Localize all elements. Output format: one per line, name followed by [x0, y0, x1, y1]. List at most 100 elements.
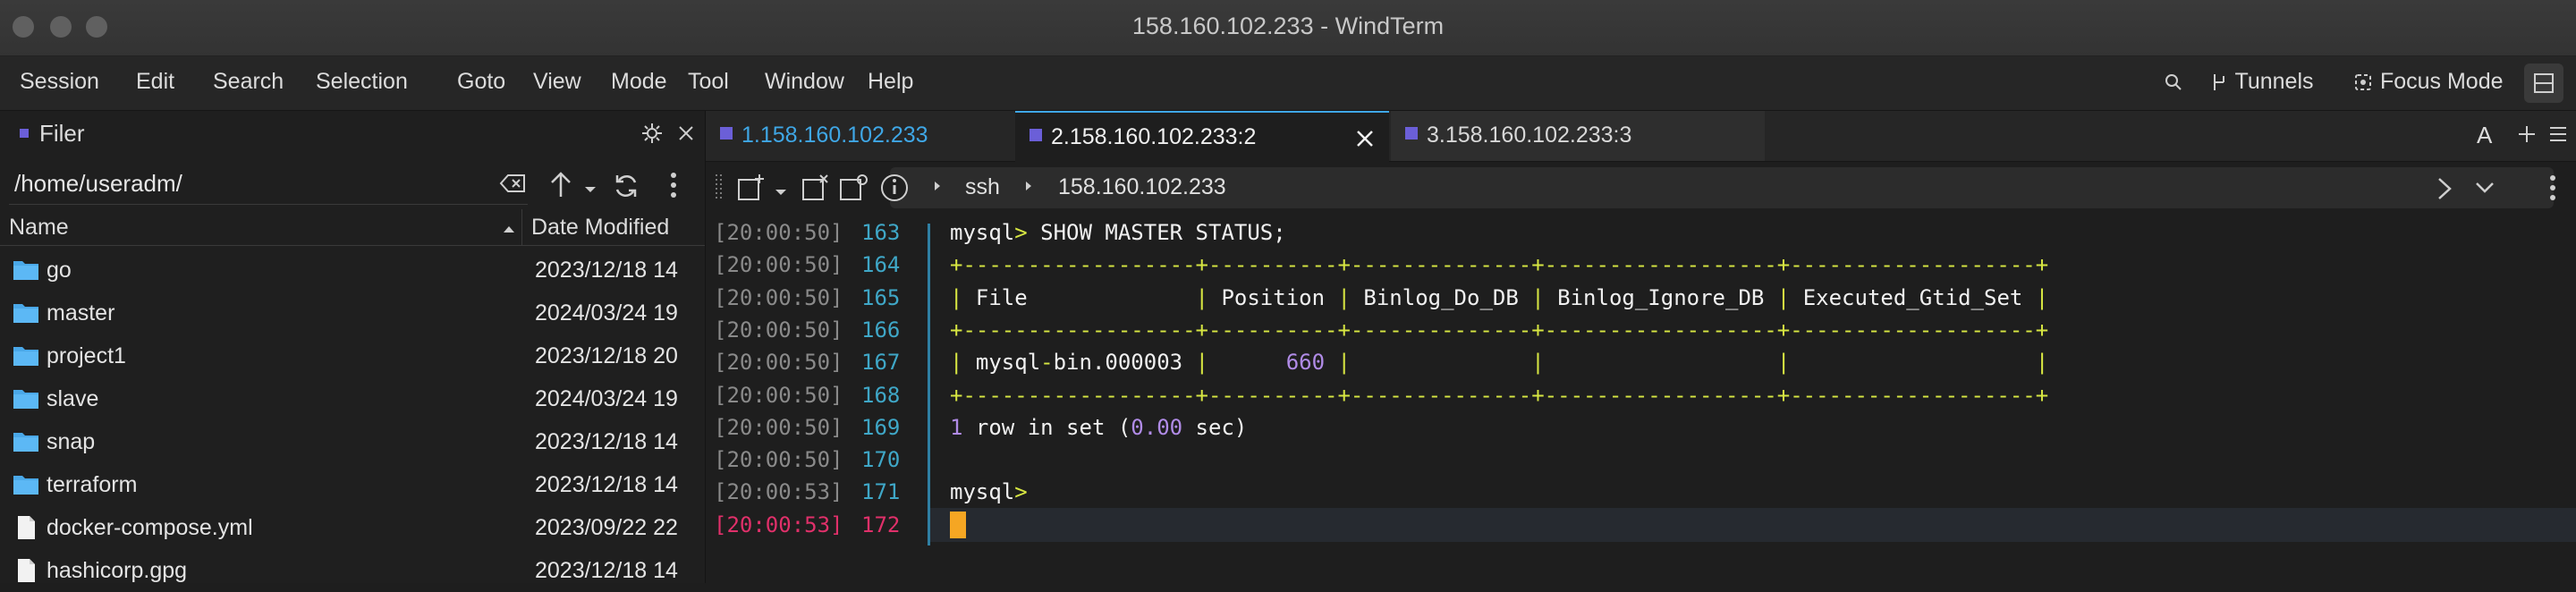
line-number: 167	[861, 350, 901, 376]
tab-close-icon[interactable]	[1355, 129, 1375, 155]
tab-menu-icon[interactable]	[2548, 125, 2568, 148]
menu-edit[interactable]: Edit	[136, 69, 174, 95]
terminal-text: +------------------+----------+---------…	[950, 317, 2049, 343]
file-date: 2024/03/24 19	[535, 300, 678, 326]
column-name[interactable]: Name	[9, 215, 69, 241]
timestamp: [20:00:50]	[714, 220, 843, 245]
tunnels-button[interactable]: Tunnels	[2209, 69, 2314, 95]
info-icon[interactable]	[879, 173, 910, 207]
menu-session[interactable]: Session	[20, 69, 99, 95]
file-row[interactable]: go 2023/12/18 14	[0, 249, 705, 292]
clear-path-icon[interactable]	[499, 172, 528, 199]
focus-mode-button[interactable]: Focus Mode	[2352, 69, 2504, 95]
focus-mode-label: Focus Mode	[2379, 69, 2504, 94]
terminal-toolbar: ssh 158.160.102.233	[706, 162, 2576, 216]
file-row[interactable]: master 2024/03/24 19	[0, 292, 705, 334]
menu-selection[interactable]: Selection	[316, 69, 408, 95]
layout-icon	[2534, 73, 2554, 93]
tab-session-2[interactable]: 2.158.160.102.233:2	[1015, 111, 1389, 163]
file-row[interactable]: docker-compose.yml 2023/09/22 22	[0, 506, 705, 549]
line-number: 171	[861, 479, 901, 505]
close-session-icon[interactable]	[801, 173, 831, 207]
file-row[interactable]: terraform 2023/12/18 14	[0, 463, 705, 506]
timestamp: [20:00:50]	[714, 350, 843, 376]
chevron-right-icon[interactable]	[2436, 176, 2453, 206]
font-size-button[interactable]: A	[2477, 122, 2492, 149]
timestamp: [20:00:50]	[714, 317, 843, 343]
menu-view[interactable]: View	[533, 69, 581, 95]
timestamp: [20:00:53]	[714, 479, 843, 505]
more-vertical-icon[interactable]	[2548, 173, 2557, 207]
file-name: master	[47, 300, 115, 326]
folder-icon	[13, 472, 41, 497]
dropdown-arrow-icon[interactable]	[583, 182, 597, 199]
file-date: 2024/03/24 19	[535, 386, 678, 411]
close-icon[interactable]	[676, 122, 696, 149]
file-row[interactable]: project1 2023/12/18 20	[0, 334, 705, 377]
breadcrumb-ssh[interactable]: ssh	[965, 174, 1000, 200]
file-row[interactable]: slave 2024/03/24 19	[0, 377, 705, 420]
filer-pane: Filer /home/useradm/ Name Date Modified …	[0, 111, 706, 583]
timestamp: [20:00:53]	[714, 512, 843, 537]
terminal-line: [20:00:50] 164 +------------------+-------…	[706, 249, 2576, 281]
filer-column-header: Name Date Modified	[0, 209, 705, 246]
gear-icon[interactable]	[640, 122, 664, 149]
tab-bar: 1.158.160.102.233 2.158.160.102.233:2 3.…	[706, 111, 2576, 163]
line-number: 165	[861, 284, 901, 310]
column-date-modified[interactable]: Date Modified	[531, 215, 669, 241]
duplicate-session-icon[interactable]	[838, 173, 869, 207]
new-tab-icon[interactable]	[2516, 123, 2538, 149]
dropdown-arrow-icon[interactable]	[774, 185, 788, 201]
refresh-icon[interactable]	[612, 172, 640, 205]
folder-icon	[13, 429, 41, 454]
path-input[interactable]: /home/useradm/	[9, 165, 528, 205]
window-title: 158.160.102.233 - WindTerm	[1131, 13, 1445, 39]
breadcrumb-chevron-icon	[1024, 180, 1033, 197]
line-number: 170	[861, 447, 901, 473]
file-name: go	[47, 258, 72, 283]
file-row[interactable]: snap 2023/12/18 14	[0, 420, 705, 463]
tab-session-3[interactable]: 3.158.160.102.233:3	[1391, 111, 1765, 161]
tab-label: 1.158.160.102.233	[741, 123, 928, 148]
folder-icon	[13, 258, 41, 283]
menu-help[interactable]: Help	[868, 69, 913, 95]
drag-handle-icon[interactable]	[715, 173, 724, 207]
filer-square-icon	[20, 129, 29, 138]
timestamp: [20:00:50]	[714, 252, 843, 278]
column-separator[interactable]	[521, 209, 522, 245]
focus-icon	[2355, 74, 2371, 91]
folder-icon	[13, 300, 41, 326]
terminal-text: 1 row in set (0.00 sec)	[950, 414, 1248, 440]
more-vertical-icon[interactable]	[669, 170, 678, 205]
tunnel-icon	[2214, 74, 2224, 91]
menu-window[interactable]: Window	[765, 69, 844, 95]
terminal-text: +------------------+----------+---------…	[950, 252, 2049, 278]
file-name: project1	[47, 343, 126, 368]
tab-session-1[interactable]: 1.158.160.102.233	[706, 111, 1015, 161]
menu-search[interactable]: Search	[213, 69, 284, 95]
layout-toggle-button[interactable]	[2524, 63, 2563, 103]
file-name: docker-compose.yml	[47, 515, 253, 540]
sort-ascending-icon[interactable]	[503, 222, 515, 238]
timestamp: [20:00:50]	[714, 447, 843, 473]
search-icon[interactable]	[2163, 69, 2184, 95]
line-number: 168	[861, 382, 901, 408]
breadcrumb-chevron-icon	[933, 180, 942, 197]
terminal-line: [20:00:53] 172	[706, 509, 2576, 541]
file-date: 2023/12/18 14	[535, 472, 678, 497]
terminal-line: [20:00:53] 171 mysql>	[706, 476, 2576, 508]
file-date: 2023/12/18 14	[535, 429, 678, 454]
up-arrow-icon[interactable]	[547, 170, 574, 205]
menu-tool[interactable]: Tool	[688, 69, 729, 95]
new-session-icon[interactable]	[736, 173, 767, 207]
terminal-output[interactable]: [20:00:50] 163 mysql> SHOW MASTER STATUS;[…	[706, 216, 2576, 583]
breadcrumb-host[interactable]: 158.160.102.233	[1058, 174, 1226, 200]
line-number: 163	[861, 220, 901, 245]
menu-mode[interactable]: Mode	[611, 69, 667, 95]
terminal-text: mysql>	[950, 479, 1028, 505]
tab-square-icon	[720, 127, 733, 140]
terminal-line: [20:00:50] 163 mysql> SHOW MASTER STATUS;	[706, 216, 2576, 249]
menu-goto[interactable]: Goto	[457, 69, 505, 95]
chevron-down-icon[interactable]	[2475, 182, 2495, 199]
file-row[interactable]: hashicorp.gpg 2023/12/18 14	[0, 549, 705, 592]
